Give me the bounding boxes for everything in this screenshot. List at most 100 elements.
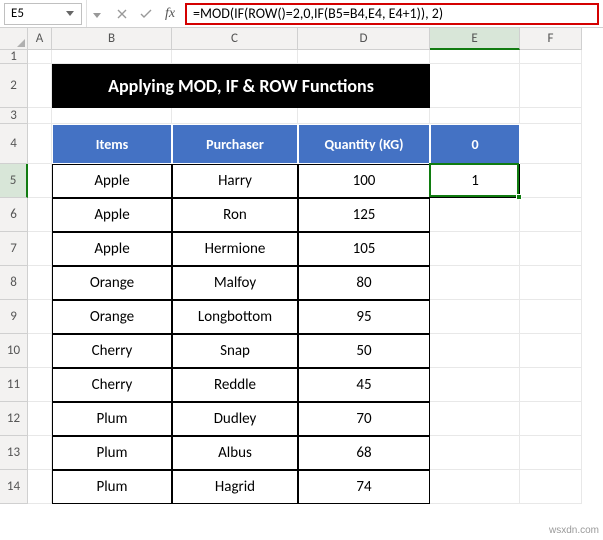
cell-C3[interactable] <box>172 108 298 124</box>
table-cell-D5[interactable]: 100 <box>298 164 430 198</box>
table-cell-D12[interactable]: 70 <box>298 402 430 436</box>
cell-D3[interactable] <box>298 108 430 124</box>
table-cell-B14[interactable]: Plum <box>52 470 172 504</box>
cell-F7[interactable] <box>520 232 582 266</box>
cell-E14[interactable] <box>430 470 520 504</box>
cell-B1[interactable] <box>52 50 172 64</box>
row-header-8[interactable]: 8 <box>0 266 28 300</box>
table-cell-B8[interactable]: Orange <box>52 266 172 300</box>
table-cell-D11[interactable]: 45 <box>298 368 430 402</box>
cell-A7[interactable] <box>28 232 52 266</box>
cell-A14[interactable] <box>28 470 52 504</box>
cell-E8[interactable] <box>430 266 520 300</box>
row-header-11[interactable]: 11 <box>0 368 28 402</box>
cell-B3[interactable] <box>52 108 172 124</box>
cell-E12[interactable] <box>430 402 520 436</box>
fx-icon[interactable]: fx <box>161 5 179 23</box>
cell-E10[interactable] <box>430 334 520 368</box>
cell-A9[interactable] <box>28 300 52 334</box>
column-header-A[interactable]: A <box>28 28 52 50</box>
cell-A13[interactable] <box>28 436 52 470</box>
cell-A3[interactable] <box>28 108 52 124</box>
column-header-C[interactable]: C <box>172 28 298 50</box>
cell-F5[interactable] <box>520 164 582 198</box>
row-header-6[interactable]: 6 <box>0 198 28 232</box>
cell-F2[interactable] <box>520 64 582 108</box>
row-header-1[interactable]: 1 <box>0 50 28 64</box>
table-cell-B13[interactable]: Plum <box>52 436 172 470</box>
row-header-5[interactable]: 5 <box>0 164 28 198</box>
row-header-9[interactable]: 9 <box>0 300 28 334</box>
cell-E2[interactable] <box>430 64 520 108</box>
table-cell-C13[interactable]: Albus <box>172 436 298 470</box>
row-header-7[interactable]: 7 <box>0 232 28 266</box>
cell-F8[interactable] <box>520 266 582 300</box>
table-cell-C7[interactable]: Hermione <box>172 232 298 266</box>
table-cell-C12[interactable]: Dudley <box>172 402 298 436</box>
cell-E3[interactable] <box>430 108 520 124</box>
table-cell-C10[interactable]: Snap <box>172 334 298 368</box>
table-header-B[interactable]: Items <box>52 124 172 164</box>
cell-C1[interactable] <box>172 50 298 64</box>
row-header-3[interactable]: 3 <box>0 108 28 124</box>
table-header-E[interactable]: 0 <box>430 124 520 164</box>
cell-E1[interactable] <box>430 50 520 64</box>
table-cell-D8[interactable]: 80 <box>298 266 430 300</box>
table-cell-C9[interactable]: Longbottom <box>172 300 298 334</box>
row-header-13[interactable]: 13 <box>0 436 28 470</box>
fill-handle[interactable] <box>516 194 522 200</box>
table-cell-D6[interactable]: 125 <box>298 198 430 232</box>
cell-F12[interactable] <box>520 402 582 436</box>
row-header-12[interactable]: 12 <box>0 402 28 436</box>
table-cell-D14[interactable]: 74 <box>298 470 430 504</box>
table-cell-E5[interactable]: 1 <box>430 164 520 198</box>
table-cell-B7[interactable]: Apple <box>52 232 172 266</box>
cell-A11[interactable] <box>28 368 52 402</box>
column-header-B[interactable]: B <box>52 28 172 50</box>
table-cell-D7[interactable]: 105 <box>298 232 430 266</box>
cell-D2[interactable] <box>298 64 430 108</box>
cell-A6[interactable] <box>28 198 52 232</box>
fb-dropdown-icon[interactable] <box>93 5 107 22</box>
name-box[interactable]: E5 <box>4 3 82 25</box>
cell-E6[interactable] <box>430 198 520 232</box>
cell-B2[interactable] <box>52 64 172 108</box>
cell-F13[interactable] <box>520 436 582 470</box>
cell-F1[interactable] <box>520 50 582 64</box>
table-cell-B12[interactable]: Plum <box>52 402 172 436</box>
cell-A8[interactable] <box>28 266 52 300</box>
cell-A12[interactable] <box>28 402 52 436</box>
cell-A2[interactable] <box>28 64 52 108</box>
table-cell-C14[interactable]: Hagrid <box>172 470 298 504</box>
cell-A4[interactable] <box>28 124 52 164</box>
cancel-formula-icon[interactable] <box>113 5 131 23</box>
cell-F3[interactable] <box>520 108 582 124</box>
table-header-C[interactable]: Purchaser <box>172 124 298 164</box>
table-cell-B9[interactable]: Orange <box>52 300 172 334</box>
table-cell-C8[interactable]: Malfoy <box>172 266 298 300</box>
row-header-4[interactable]: 4 <box>0 124 28 164</box>
cell-F6[interactable] <box>520 198 582 232</box>
table-cell-C11[interactable]: Reddle <box>172 368 298 402</box>
cell-C2[interactable] <box>172 64 298 108</box>
row-header-10[interactable]: 10 <box>0 334 28 368</box>
column-header-F[interactable]: F <box>520 28 582 50</box>
column-header-E[interactable]: E <box>430 28 520 50</box>
table-cell-C6[interactable]: Ron <box>172 198 298 232</box>
formula-input[interactable]: =MOD(IF(ROW()=2,0,IF(B5=B4,E4, E4+1)), 2… <box>185 3 599 25</box>
table-cell-B10[interactable]: Cherry <box>52 334 172 368</box>
cell-F11[interactable] <box>520 368 582 402</box>
cell-A5[interactable] <box>28 164 52 198</box>
cell-D1[interactable] <box>298 50 430 64</box>
table-cell-B6[interactable]: Apple <box>52 198 172 232</box>
table-cell-B11[interactable]: Cherry <box>52 368 172 402</box>
cell-F9[interactable] <box>520 300 582 334</box>
cell-F4[interactable] <box>520 124 582 164</box>
table-cell-D9[interactable]: 95 <box>298 300 430 334</box>
cell-E13[interactable] <box>430 436 520 470</box>
select-all-corner[interactable] <box>0 28 28 50</box>
table-cell-D10[interactable]: 50 <box>298 334 430 368</box>
column-header-D[interactable]: D <box>298 28 430 50</box>
table-header-D[interactable]: Quantity (KG) <box>298 124 430 164</box>
cell-E11[interactable] <box>430 368 520 402</box>
